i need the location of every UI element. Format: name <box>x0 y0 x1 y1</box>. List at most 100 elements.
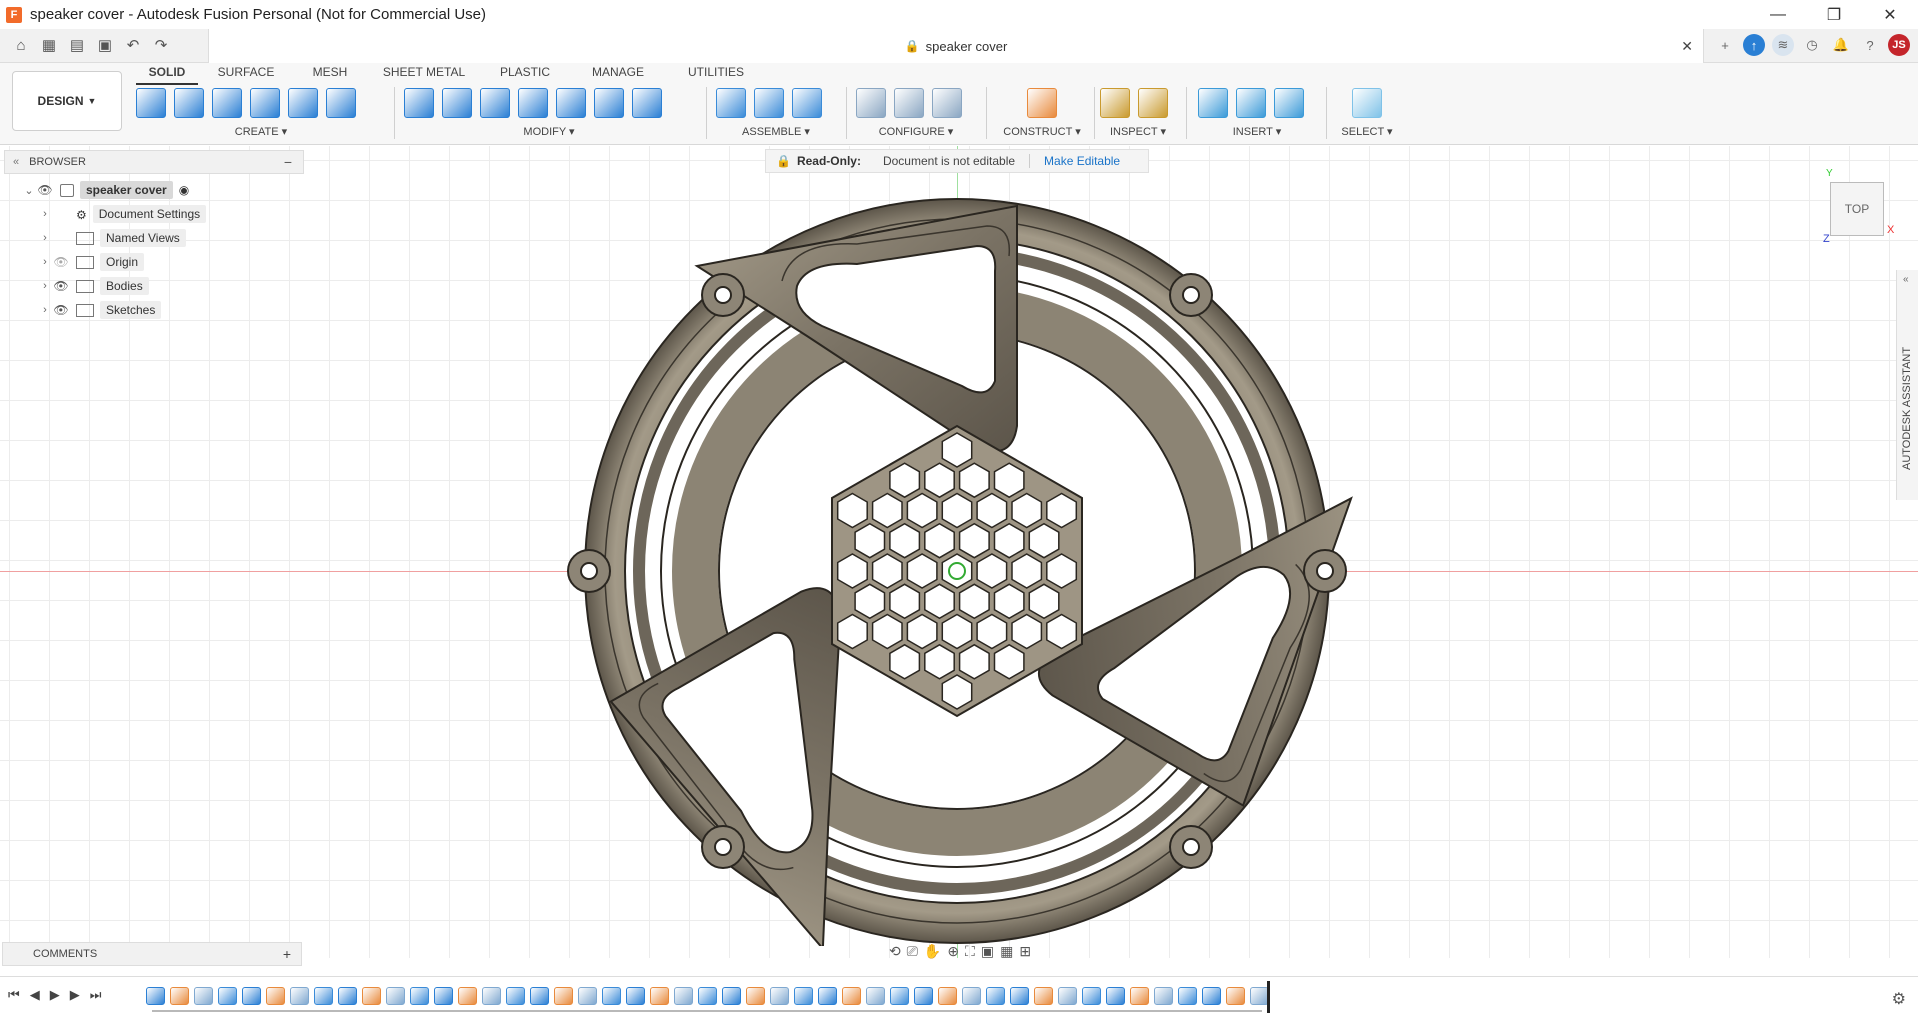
timeline-feature-icon[interactable] <box>1178 987 1197 1005</box>
create-tool-icon[interactable] <box>326 88 356 118</box>
notifications-icon[interactable]: 🔔 <box>1830 34 1852 56</box>
tab-utilities[interactable]: UTILITIES <box>668 63 764 85</box>
comments-panel[interactable]: COMMENTS + <box>2 942 302 966</box>
timeline-feature-icon[interactable] <box>1082 987 1101 1005</box>
activate-radio-icon[interactable]: ◉ <box>179 183 189 197</box>
tree-root[interactable]: ⌄ 👁 speaker cover ◉ <box>4 178 304 202</box>
minimize-panel-icon[interactable]: − <box>284 154 292 170</box>
modify-tool-icon[interactable] <box>404 88 434 118</box>
timeline-feature-icon[interactable] <box>866 987 885 1005</box>
go-to-end-icon[interactable]: ⏭ <box>90 987 102 1003</box>
timeline-feature-icon[interactable] <box>1058 987 1077 1005</box>
timeline-feature-icon[interactable] <box>362 987 381 1005</box>
timeline-feature-icon[interactable] <box>1226 987 1245 1005</box>
timeline-feature-icon[interactable] <box>314 987 333 1005</box>
timeline-feature-icon[interactable] <box>578 987 597 1005</box>
timeline-feature-icon[interactable] <box>602 987 621 1005</box>
insert-tool-icon[interactable] <box>1274 88 1304 118</box>
play-icon[interactable]: ▶ <box>50 987 60 1003</box>
timeline-marker[interactable] <box>1267 981 1270 1013</box>
new-tab-icon[interactable]: + <box>1714 34 1736 56</box>
timeline-feature-icon[interactable] <box>698 987 717 1005</box>
extensions-icon[interactable]: ≋ <box>1772 34 1794 56</box>
timeline-feature-icon[interactable] <box>554 987 573 1005</box>
modify-tool-icon[interactable] <box>556 88 586 118</box>
inspect-tool-icon[interactable] <box>1100 88 1130 118</box>
timeline-feature-icon[interactable] <box>890 987 909 1005</box>
construct-tool-icon[interactable] <box>1027 88 1057 118</box>
configure-menu[interactable]: CONFIGURE ▾ <box>856 125 976 138</box>
help-icon[interactable]: ? <box>1859 34 1881 56</box>
timeline-feature-icon[interactable] <box>290 987 309 1005</box>
grid-settings-icon[interactable]: ▦ <box>1000 943 1013 960</box>
online-status-icon[interactable]: ◷ <box>1801 34 1823 56</box>
zoom-icon[interactable]: ⊕ <box>947 943 959 960</box>
tree-item-document-settings[interactable]: › ⚙ Document Settings <box>4 202 304 226</box>
tab-mesh[interactable]: MESH <box>294 63 366 85</box>
add-comment-icon[interactable]: + <box>283 946 291 962</box>
timeline-feature-icon[interactable] <box>1130 987 1149 1005</box>
collapse-panel-icon[interactable]: « <box>13 156 19 168</box>
look-at-icon[interactable]: ⎚ <box>907 943 918 960</box>
close-tab-icon[interactable]: ✕ <box>1681 38 1693 55</box>
tree-item-sketches[interactable]: › 👁 Sketches <box>4 298 304 322</box>
pan-icon[interactable]: ✋ <box>924 943 941 960</box>
go-to-start-icon[interactable]: ⏮ <box>8 987 20 1003</box>
timeline-feature-icon[interactable] <box>770 987 789 1005</box>
assemble-tool-icon[interactable] <box>754 88 784 118</box>
job-status-icon[interactable]: ↑ <box>1743 34 1765 56</box>
chevron-right-icon[interactable]: › <box>38 256 52 268</box>
file-menu-icon[interactable]: ▤ <box>68 36 86 54</box>
modify-menu[interactable]: MODIFY ▾ <box>404 125 694 138</box>
hidden-eye-icon[interactable]: 👁 <box>52 255 70 269</box>
fit-icon[interactable]: ⛶ <box>965 943 975 960</box>
close-window-button[interactable]: ✕ <box>1862 0 1918 29</box>
restore-button[interactable]: ❐ <box>1806 0 1862 29</box>
timeline-feature-icon[interactable] <box>914 987 933 1005</box>
autodesk-assistant-tab[interactable]: « AUTODESK ASSISTANT <box>1896 270 1918 500</box>
timeline-feature-icon[interactable] <box>170 987 189 1005</box>
tree-item-named-views[interactable]: › Named Views <box>4 226 304 250</box>
redo-icon[interactable]: ↷ <box>152 36 170 54</box>
timeline-feature-icon[interactable] <box>794 987 813 1005</box>
timeline-feature-icon[interactable] <box>338 987 357 1005</box>
minimize-button[interactable]: — <box>1750 0 1806 29</box>
create-tool-icon[interactable] <box>288 88 318 118</box>
insert-tool-icon[interactable] <box>1236 88 1266 118</box>
grid-menu-icon[interactable]: ▦ <box>40 36 58 54</box>
workspace-switcher-button[interactable]: DESIGN ▼ <box>12 71 122 131</box>
timeline-feature-icon[interactable] <box>1106 987 1125 1005</box>
timeline-feature-icon[interactable] <box>506 987 525 1005</box>
assemble-menu[interactable]: ASSEMBLE ▾ <box>716 125 836 138</box>
create-tool-icon[interactable] <box>250 88 280 118</box>
document-tab[interactable]: 🔒 speaker cover ✕ <box>208 29 1704 63</box>
tab-manage[interactable]: MANAGE <box>568 63 668 85</box>
chevron-right-icon[interactable]: › <box>38 304 52 316</box>
chevron-right-icon[interactable]: › <box>38 280 52 292</box>
timeline-feature-icon[interactable] <box>530 987 549 1005</box>
visibility-eye-icon[interactable]: 👁 <box>52 303 70 317</box>
assemble-tool-icon[interactable] <box>792 88 822 118</box>
timeline-feature-icon[interactable] <box>722 987 741 1005</box>
create-tool-icon[interactable] <box>212 88 242 118</box>
configure-tool-icon[interactable] <box>894 88 924 118</box>
timeline-feature-icon[interactable] <box>674 987 693 1005</box>
chevron-down-icon[interactable]: ⌄ <box>22 184 36 197</box>
timeline-feature-icon[interactable] <box>1034 987 1053 1005</box>
orbit-icon[interactable]: ⟲ <box>889 943 901 960</box>
configure-tool-icon[interactable] <box>932 88 962 118</box>
insert-tool-icon[interactable] <box>1198 88 1228 118</box>
chevron-right-icon[interactable]: › <box>38 232 52 244</box>
modify-tool-icon[interactable] <box>442 88 472 118</box>
timeline-feature-icon[interactable] <box>626 987 645 1005</box>
timeline-feature-icon[interactable] <box>1154 987 1173 1005</box>
timeline-feature-icon[interactable] <box>650 987 669 1005</box>
tab-solid[interactable]: SOLID <box>136 63 198 85</box>
inspect-tool-icon[interactable] <box>1138 88 1168 118</box>
inspect-menu[interactable]: INSPECT ▾ <box>1100 125 1176 138</box>
chevron-right-icon[interactable]: › <box>38 208 52 220</box>
timeline-feature-icon[interactable] <box>482 987 501 1005</box>
tree-item-origin[interactable]: › 👁 Origin <box>4 250 304 274</box>
timeline-feature-icon[interactable] <box>146 987 165 1005</box>
modify-tool-icon[interactable] <box>594 88 624 118</box>
